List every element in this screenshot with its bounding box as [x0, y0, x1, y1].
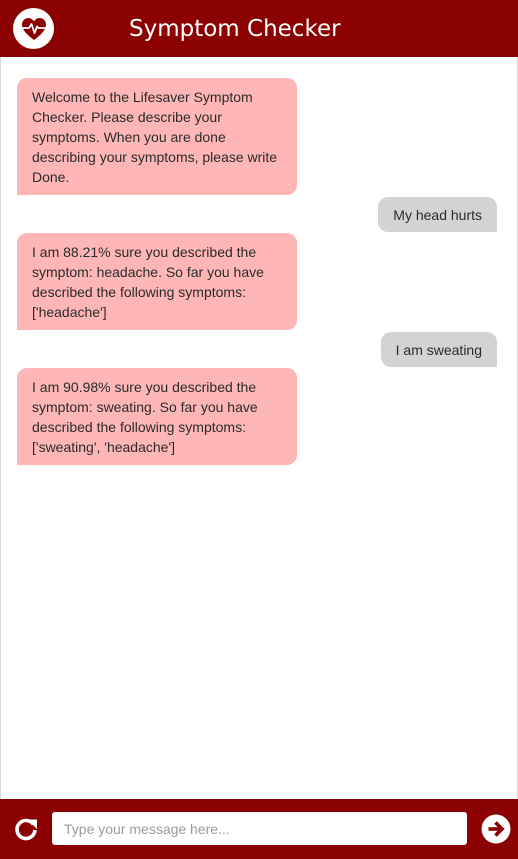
message-composer: [0, 799, 518, 859]
chat-message-list[interactable]: Welcome to the Lifesaver Symptom Checker…: [0, 57, 518, 799]
app-header: Symptom Checker: [0, 0, 518, 57]
user-message: My head hurts: [378, 197, 497, 232]
user-message: I am sweating: [380, 332, 497, 367]
send-arrow-icon[interactable]: [481, 814, 511, 844]
bot-message: I am 90.98% sure you described the sympt…: [17, 368, 297, 465]
bot-message: Welcome to the Lifesaver Symptom Checker…: [17, 78, 297, 195]
refresh-icon[interactable]: [13, 816, 39, 842]
message-input[interactable]: [52, 812, 467, 845]
bot-message: I am 88.21% sure you described the sympt…: [17, 233, 297, 330]
page-title: Symptom Checker: [129, 16, 341, 42]
heart-pulse-icon: [13, 8, 54, 49]
